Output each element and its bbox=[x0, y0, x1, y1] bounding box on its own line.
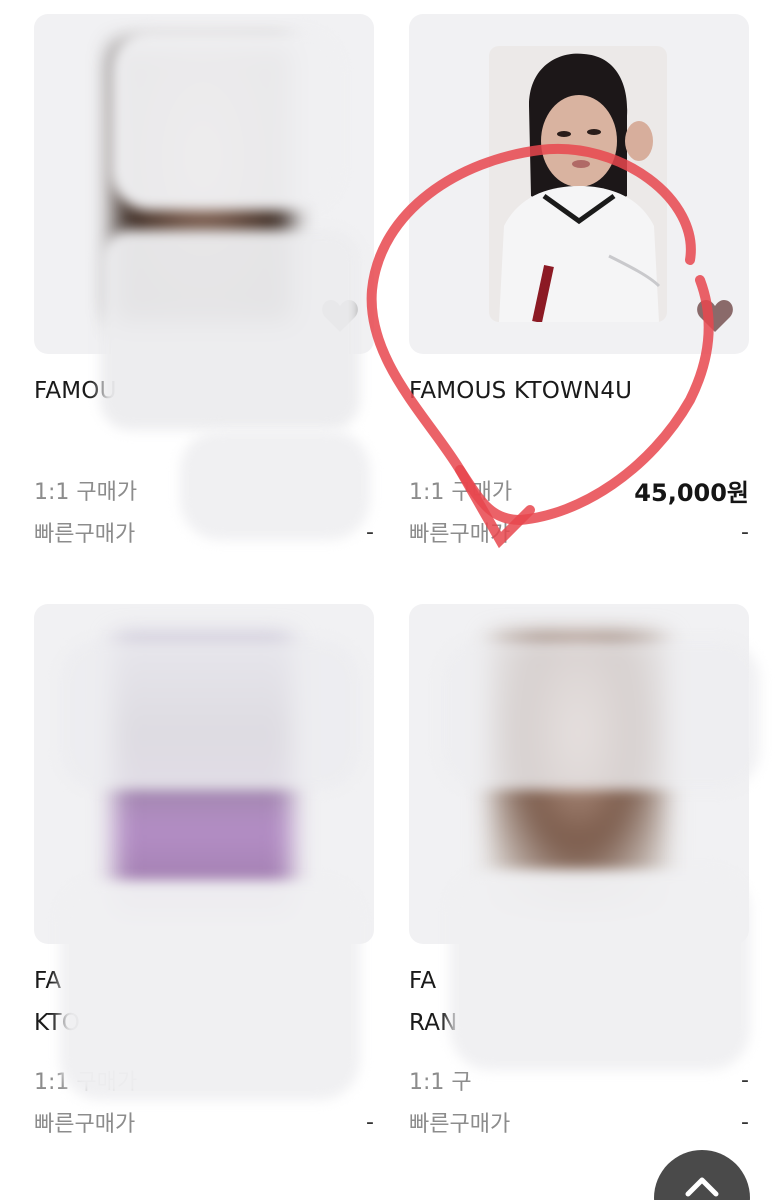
price-value: - bbox=[741, 1109, 749, 1135]
price-value: - bbox=[741, 519, 749, 545]
redaction-scribble bbox=[440, 640, 760, 790]
redaction-scribble bbox=[60, 880, 360, 1100]
price-label: 빠른구매가 bbox=[409, 522, 511, 547]
price-label: 빠른구매가 bbox=[34, 1112, 136, 1137]
product-title-line-1[interactable]: FA bbox=[34, 960, 61, 1002]
price-row-one-to-one: 1:1 구매가 45,000원 bbox=[409, 472, 749, 508]
redaction-scribble bbox=[110, 30, 340, 210]
price-label: 1:1 구매가 bbox=[34, 480, 138, 505]
product-title-line-1[interactable]: FA bbox=[409, 960, 436, 1002]
heart-icon[interactable] bbox=[695, 298, 735, 334]
price-row-quick-buy: 빠른구매가 - bbox=[34, 1104, 374, 1140]
redaction-scribble bbox=[60, 640, 360, 790]
product-title[interactable]: FAMOUS KTOWN4U bbox=[409, 370, 632, 412]
price-value: 45,000원 bbox=[634, 478, 749, 507]
price-row-quick-buy: 빠른구매가 - bbox=[409, 1104, 749, 1140]
chevron-up-icon bbox=[685, 1177, 719, 1197]
redaction-scribble bbox=[180, 430, 370, 540]
price-label: 1:1 구 bbox=[409, 1070, 472, 1095]
product-card[interactable]: FAMOUS KTOWN4U 1:1 구매가 45,000원 빠른구매가 - bbox=[409, 14, 749, 547]
price-label: 빠른구매가 bbox=[409, 1112, 511, 1137]
price-value: - bbox=[366, 1109, 374, 1135]
product-photo bbox=[489, 46, 667, 322]
redaction-scribble bbox=[100, 230, 360, 430]
redaction-scribble bbox=[450, 870, 750, 1070]
price-value: - bbox=[366, 519, 374, 545]
price-label: 1:1 구매가 bbox=[409, 480, 513, 505]
product-thumbnail[interactable] bbox=[409, 14, 749, 354]
price-label: 빠른구매가 bbox=[34, 522, 136, 547]
price-row-quick-buy: 빠른구매가 - bbox=[409, 514, 749, 550]
product-grid-page: FAMOU 1:1 구매가 빠른구매가 - FAMOUS KTOWN4U 1:1… bbox=[0, 0, 783, 1200]
scroll-top-button[interactable] bbox=[654, 1150, 750, 1200]
price-value: - bbox=[741, 1067, 749, 1093]
